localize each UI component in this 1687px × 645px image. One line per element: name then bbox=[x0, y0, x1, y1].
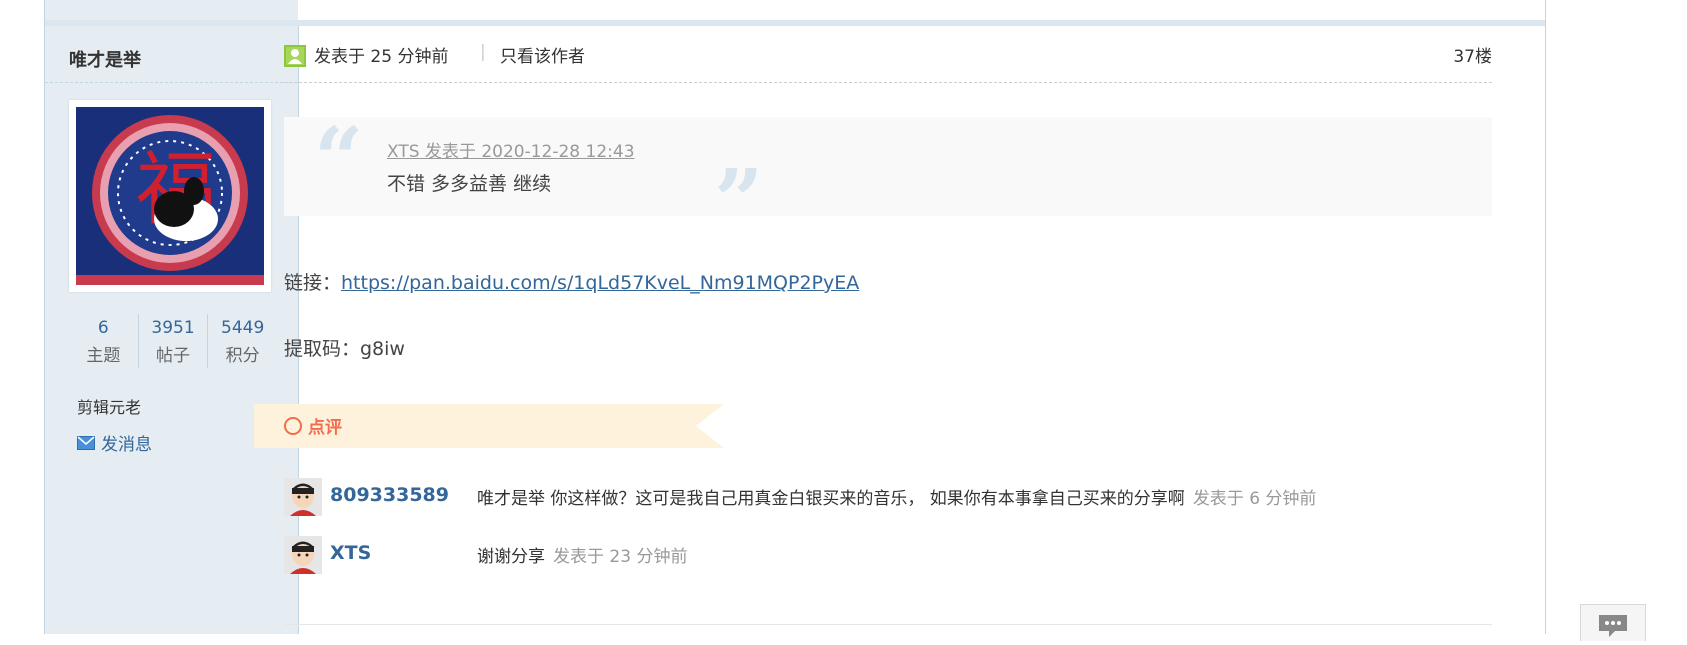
header-separator: | bbox=[480, 42, 486, 62]
stat-threads-value[interactable]: 6 bbox=[69, 314, 138, 342]
stat-posts-value[interactable]: 3951 bbox=[139, 314, 208, 342]
commenter-name[interactable]: XTS bbox=[330, 542, 371, 564]
author-rank: 剪辑元老 bbox=[77, 398, 142, 417]
chat-bubble-icon bbox=[1599, 615, 1627, 637]
only-author-link[interactable]: 只看该作者 bbox=[500, 42, 585, 67]
avatar[interactable]: 福 bbox=[69, 100, 271, 292]
quote-author-link[interactable]: XTS 发表于 2020-12-28 12:43 bbox=[387, 137, 635, 162]
author-name[interactable]: 唯才是举 bbox=[69, 46, 141, 72]
quote-block: “ ” XTS 发表于 2020-12-28 12:43 不错 多多益善 继续 bbox=[284, 109, 1492, 252]
stat-points-value[interactable]: 5449 bbox=[208, 314, 277, 342]
comment-row: 809333589 唯才是举 你这样做？这可是我自己用真金白银买来的音乐， 如果… bbox=[284, 478, 1492, 516]
comment-body: 唯才是举 你这样做？这可是我自己用真金白银买来的音乐， 如果你有本事拿自己买来的… bbox=[477, 484, 1316, 509]
send-message-label: 发消息 bbox=[101, 435, 152, 455]
quote-close-icon: ” bbox=[714, 151, 764, 252]
comment-circle-icon bbox=[284, 416, 302, 435]
post-footer-divider bbox=[284, 624, 1492, 625]
comment-time: 发表于 23 分钟前 bbox=[553, 547, 688, 567]
link-prefix: 链接： bbox=[284, 272, 342, 294]
user-online-icon bbox=[284, 45, 306, 67]
floor-number[interactable]: 37楼 bbox=[1453, 42, 1492, 67]
author-sidebar: 唯才是举 福 6 主题 3951 帖子 5449 积分 剪辑元老 发消息 bbox=[45, 26, 299, 634]
comment-time: 发表于 6 分钟前 bbox=[1192, 489, 1317, 509]
send-message-link[interactable]: 发消息 bbox=[77, 430, 152, 455]
link-line: 链接：https://pan.baidu.com/s/1qLd57KveL_Nm… bbox=[284, 268, 859, 295]
stat-points-label: 积分 bbox=[225, 346, 260, 366]
comment-row: XTS 谢谢分享 发表于 23 分钟前 bbox=[284, 536, 1492, 574]
comment-text: 唯才是举 你这样做？这可是我自己用真金白银买来的音乐， 如果你有本事拿自己买来的… bbox=[477, 489, 1185, 509]
commenter-avatar[interactable] bbox=[284, 478, 322, 516]
comment-body: 谢谢分享 发表于 23 分钟前 bbox=[477, 542, 687, 567]
commenter-avatar[interactable] bbox=[284, 536, 322, 574]
comment-text: 谢谢分享 bbox=[477, 547, 545, 567]
comment-title: 点评 bbox=[284, 413, 342, 438]
extract-code: 提取码：g8iw bbox=[284, 338, 405, 360]
comment-title-label: 点评 bbox=[308, 418, 342, 438]
avatar-image: 福 bbox=[76, 107, 264, 285]
commenter-name[interactable]: 809333589 bbox=[330, 484, 449, 506]
prev-post-strip bbox=[45, 0, 298, 20]
chat-float-button[interactable] bbox=[1580, 604, 1646, 641]
sidebar-divider bbox=[45, 82, 298, 83]
quote-text: 不错 多多益善 继续 bbox=[387, 173, 552, 195]
share-link[interactable]: https://pan.baidu.com/s/1qLd57KveL_Nm91M… bbox=[341, 272, 859, 294]
stat-threads-label: 主题 bbox=[86, 346, 121, 366]
stat-posts[interactable]: 3951 帖子 bbox=[139, 314, 209, 368]
post-time: 发表于 25 分钟前 bbox=[314, 47, 449, 67]
stat-points[interactable]: 5449 积分 bbox=[208, 314, 277, 368]
quote-open-icon: “ bbox=[314, 109, 364, 210]
mail-icon bbox=[77, 435, 95, 450]
author-stats: 6 主题 3951 帖子 5449 积分 bbox=[69, 314, 277, 368]
stat-posts-label: 帖子 bbox=[156, 346, 190, 366]
post-header: 发表于 25 分钟前 | 只看该作者 37楼 bbox=[284, 42, 1492, 83]
stat-threads[interactable]: 6 主题 bbox=[69, 314, 139, 368]
